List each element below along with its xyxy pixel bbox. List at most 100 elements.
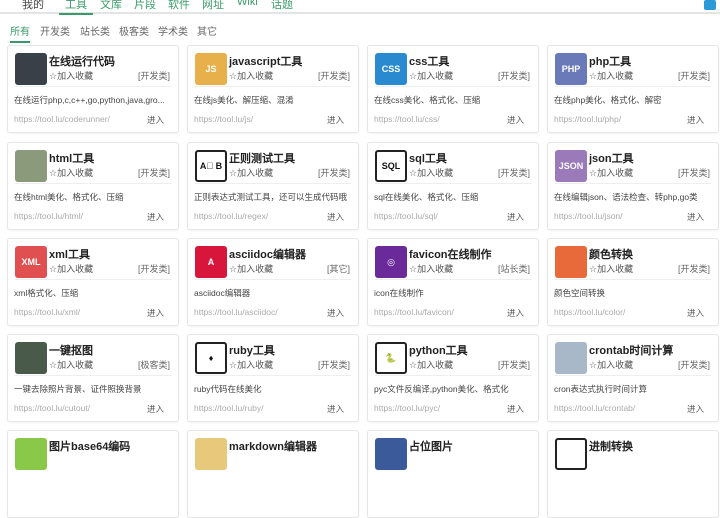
tool-title[interactable]: css工具: [409, 53, 449, 69]
add-favorite-link[interactable]: ☆加入收藏: [589, 69, 633, 82]
tool-card[interactable]: 在线运行代码 ☆加入收藏 [开发类] 在线运行php,c,c++,go,python,…: [7, 45, 179, 133]
nav-item[interactable]: Wiki: [237, 0, 258, 8]
tool-title[interactable]: 图片base64编码: [49, 438, 130, 454]
add-favorite-link[interactable]: ☆加入收藏: [589, 262, 633, 275]
nav-item[interactable]: 话题: [271, 0, 293, 12]
enter-link[interactable]: 进入: [327, 114, 344, 126]
tool-url[interactable]: https://tool.lu/js/: [194, 114, 253, 124]
tool-card[interactable]: JSON json工具 ☆加入收藏 [开发类] 在线编辑json、语法检查、转php,g…: [547, 142, 719, 230]
enter-link[interactable]: 进入: [327, 403, 344, 415]
tool-url[interactable]: https://tool.lu/xml/: [14, 307, 80, 317]
tool-title[interactable]: 进制转换: [589, 438, 633, 454]
add-favorite-link[interactable]: ☆加入收藏: [49, 262, 93, 275]
tool-url[interactable]: https://tool.lu/css/: [374, 114, 440, 124]
add-favorite-link[interactable]: ☆加入收藏: [409, 166, 453, 179]
tool-title[interactable]: 颜色转换: [589, 246, 633, 262]
nav-item[interactable]: 文库: [100, 0, 122, 12]
enter-link[interactable]: 进入: [507, 211, 524, 223]
tool-card[interactable]: 图片base64编码: [7, 430, 179, 518]
tool-url[interactable]: https://tool.lu/regex/: [194, 211, 268, 221]
add-favorite-link[interactable]: ☆加入收藏: [589, 358, 633, 371]
user-menu-button[interactable]: [704, 0, 716, 10]
tool-card[interactable]: PHP php工具 ☆加入收藏 [开发类] 在线php美化、格式化、解密 https://…: [547, 45, 719, 133]
tool-card[interactable]: markdown编辑器: [187, 430, 359, 518]
add-favorite-link[interactable]: ☆加入收藏: [589, 166, 633, 179]
tool-url[interactable]: https://tool.lu/ruby/: [194, 403, 263, 413]
nav-item[interactable]: 工具: [59, 0, 93, 15]
nav-item[interactable]: 软件: [168, 0, 190, 12]
nav-item[interactable]: 我的: [22, 0, 44, 12]
add-favorite-link[interactable]: ☆加入收藏: [49, 69, 93, 82]
tab-3[interactable]: 极客类: [119, 23, 149, 38]
tool-title[interactable]: python工具: [409, 342, 468, 358]
tool-card[interactable]: 一键抠图 ☆加入收藏 [极客类] 一键去除照片背景、证件照换背景 https://too…: [7, 334, 179, 422]
tool-card[interactable]: 占位图片: [367, 430, 539, 518]
add-favorite-link[interactable]: ☆加入收藏: [229, 69, 273, 82]
enter-link[interactable]: 进入: [507, 403, 524, 415]
enter-link[interactable]: 进入: [327, 211, 344, 223]
enter-link[interactable]: 进入: [507, 307, 524, 319]
enter-link[interactable]: 进入: [147, 403, 164, 415]
tab-2[interactable]: 站长类: [80, 23, 110, 38]
enter-link[interactable]: 进入: [327, 307, 344, 319]
add-favorite-link[interactable]: ☆加入收藏: [49, 166, 93, 179]
tool-card[interactable]: A⃝ B 正则测试工具 ☆加入收藏 [开发类] 正则表达式测试工具，还可以生成代码哦 ht…: [187, 142, 359, 230]
tool-title[interactable]: 在线运行代码: [49, 53, 115, 69]
tab-4[interactable]: 学术类: [158, 23, 188, 38]
add-favorite-link[interactable]: ☆加入收藏: [409, 262, 453, 275]
add-favorite-link[interactable]: ☆加入收藏: [49, 358, 93, 371]
tool-url[interactable]: https://tool.lu/html/: [14, 211, 83, 221]
enter-link[interactable]: 进入: [687, 114, 704, 126]
enter-link[interactable]: 进入: [687, 211, 704, 223]
tool-card[interactable]: JS javascript工具 ☆加入收藏 [开发类] 在线js美化、解压缩、混淆 htt…: [187, 45, 359, 133]
tool-card[interactable]: 🐍 python工具 ☆加入收藏 [开发类] pyc文件反编译,python美化、格式化…: [367, 334, 539, 422]
tool-card[interactable]: XML xml工具 ☆加入收藏 [开发类] xml格式化、压缩 https://tool.…: [7, 238, 179, 326]
tool-url[interactable]: https://tool.lu/json/: [554, 211, 623, 221]
tool-url[interactable]: https://tool.lu/pyc/: [374, 403, 440, 413]
enter-link[interactable]: 进入: [687, 307, 704, 319]
tool-title[interactable]: php工具: [589, 53, 631, 69]
tool-title[interactable]: 一键抠图: [49, 342, 93, 358]
add-favorite-link[interactable]: ☆加入收藏: [229, 358, 273, 371]
tool-title[interactable]: xml工具: [49, 246, 90, 262]
tool-card[interactable]: Aasciidoc编辑器 ☆加入收藏 [其它] asciidoc编辑器 https://…: [187, 238, 359, 326]
tool-url[interactable]: https://tool.lu/cutout/: [14, 403, 90, 413]
tool-card[interactable]: CSS css工具 ☆加入收藏 [开发类] 在线css美化、格式化、压缩 https://…: [367, 45, 539, 133]
tool-url[interactable]: https://tool.lu/coderunner/: [14, 114, 110, 124]
tab-0[interactable]: 所有: [10, 23, 30, 43]
add-favorite-link[interactable]: ☆加入收藏: [409, 358, 453, 371]
enter-link[interactable]: 进入: [147, 114, 164, 126]
tool-url[interactable]: https://tool.lu/favicon/: [374, 307, 454, 317]
tool-card[interactable]: ◎ favicon在线制作 ☆加入收藏 [站长类] icon在线制作 https://to…: [367, 238, 539, 326]
tool-title[interactable]: sql工具: [409, 150, 447, 166]
add-favorite-link[interactable]: ☆加入收藏: [409, 69, 453, 82]
tool-title[interactable]: html工具: [49, 150, 94, 166]
tool-url[interactable]: https://tool.lu/sql/: [374, 211, 438, 221]
tool-title[interactable]: crontab时间计算: [589, 342, 673, 358]
tool-title[interactable]: javascript工具: [229, 53, 302, 69]
tool-title[interactable]: asciidoc编辑器: [229, 246, 306, 262]
tool-url[interactable]: https://tool.lu/crontab/: [554, 403, 635, 413]
tool-card[interactable]: SQL sql工具 ☆加入收藏 [开发类] sql在线美化、格式化、压缩 https://…: [367, 142, 539, 230]
tool-card[interactable]: html工具 ☆加入收藏 [开发类] 在线html美化、格式化、压缩 https://t…: [7, 142, 179, 230]
enter-link[interactable]: 进入: [687, 403, 704, 415]
nav-item[interactable]: 片段: [134, 0, 156, 12]
tool-url[interactable]: https://tool.lu/php/: [554, 114, 621, 124]
tool-title[interactable]: 正则测试工具: [229, 150, 295, 166]
tool-card[interactable]: ♦ ruby工具 ☆加入收藏 [开发类] ruby代码在线美化 https://tool.…: [187, 334, 359, 422]
tool-title[interactable]: favicon在线制作: [409, 246, 492, 262]
tool-url[interactable]: https://tool.lu/color/: [554, 307, 625, 317]
tab-5[interactable]: 其它: [197, 23, 217, 38]
tool-title[interactable]: ruby工具: [229, 342, 275, 358]
enter-link[interactable]: 进入: [147, 211, 164, 223]
tool-title[interactable]: 占位图片: [409, 438, 453, 454]
add-favorite-link[interactable]: ☆加入收藏: [229, 262, 273, 275]
tool-card[interactable]: 进制转换: [547, 430, 719, 518]
tool-title[interactable]: json工具: [589, 150, 634, 166]
enter-link[interactable]: 进入: [147, 307, 164, 319]
tool-card[interactable]: 颜色转换 ☆加入收藏 [开发类] 颜色空间转换 https://tool.lu/colo…: [547, 238, 719, 326]
tool-card[interactable]: crontab时间计算 ☆加入收藏 [开发类] cron表达式执行时间计算 https:…: [547, 334, 719, 422]
enter-link[interactable]: 进入: [507, 114, 524, 126]
tool-title[interactable]: markdown编辑器: [229, 438, 317, 454]
tool-url[interactable]: https://tool.lu/asciidoc/: [194, 307, 278, 317]
